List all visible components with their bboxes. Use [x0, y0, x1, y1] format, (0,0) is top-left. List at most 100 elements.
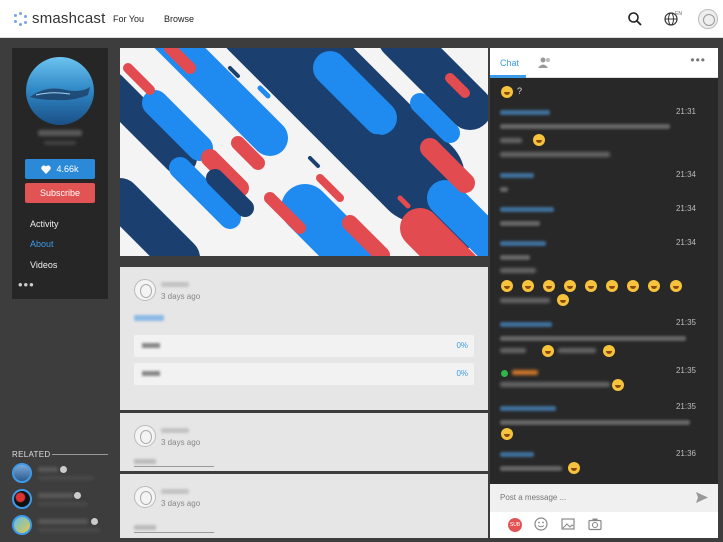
emoji-icon: [533, 134, 545, 146]
chat-text: [500, 221, 540, 226]
post-avatar: [134, 279, 156, 301]
channel-subtitle: [44, 141, 76, 145]
nav-for-you[interactable]: For You: [113, 14, 144, 24]
poll-percent: 0%: [456, 369, 468, 378]
banner-pattern: [120, 48, 488, 256]
chat-username: [500, 241, 546, 246]
search-icon[interactable]: [627, 11, 643, 27]
send-icon[interactable]: [696, 492, 708, 503]
emoji-icon: [501, 428, 513, 440]
channel-name: [38, 130, 82, 136]
emoji-row: [501, 280, 701, 293]
nav-browse[interactable]: Browse: [164, 14, 194, 24]
post-author: [161, 428, 189, 433]
chat-username: [500, 173, 534, 178]
chat-message: [500, 241, 700, 260]
chat-message: [500, 452, 700, 471]
chat-text: [500, 336, 686, 341]
chat-message: [500, 406, 700, 425]
post-author: [161, 282, 189, 287]
chat-timestamp: 21:31: [675, 107, 696, 116]
chat-timestamp: 21:34: [675, 204, 696, 213]
verified-icon: [91, 518, 98, 525]
chat-message-input[interactable]: Post a message ...: [490, 484, 718, 512]
emoji-icon: [564, 280, 577, 293]
like-count: 4.66k: [56, 164, 79, 174]
channel-card: 4.66k Subscribe Activity About Videos: [12, 48, 108, 299]
related-channel[interactable]: [12, 463, 110, 485]
emoji-icon: [606, 280, 619, 293]
post-date: 3 days ago: [161, 292, 201, 301]
chat-timestamp: 21:34: [675, 170, 696, 179]
online-icon: [501, 370, 508, 377]
emoji-icon: [557, 294, 569, 306]
related-game: [38, 528, 100, 532]
heart-icon: [41, 164, 52, 174]
smiley-icon[interactable]: [534, 517, 548, 531]
chat-message: [500, 207, 700, 226]
menu-activity[interactable]: Activity: [30, 219, 59, 229]
emoji-icon: [543, 280, 556, 293]
chat-username: [500, 207, 554, 212]
channel-banner: [120, 48, 488, 256]
emoji-icon: [568, 462, 580, 474]
chat-username: [500, 322, 552, 327]
feed-post: 3 days ago: [120, 474, 488, 538]
subscribe-button[interactable]: Subscribe: [25, 183, 95, 203]
poll-title: [134, 315, 164, 321]
chat-username: [500, 452, 534, 457]
emoji-icon: [603, 345, 615, 357]
related-channel[interactable]: [12, 515, 110, 537]
user-avatar[interactable]: [698, 9, 718, 29]
menu-about[interactable]: About: [30, 239, 54, 249]
emoji-icon: [501, 86, 513, 98]
chat-text: [500, 187, 508, 192]
users-icon[interactable]: [538, 57, 552, 68]
chat-options-button[interactable]: •••: [690, 53, 706, 67]
related-game: [38, 502, 88, 506]
chat-timestamp: 21:35: [675, 402, 696, 411]
emoji-icon: [522, 280, 535, 293]
brand-name: smashcast: [32, 10, 106, 27]
chat-input-placeholder: Post a message ...: [500, 493, 567, 502]
emoji-icon: [501, 280, 513, 293]
emoji-icon: [542, 345, 554, 357]
emoji-icon: [627, 280, 640, 293]
emoji-icon: [669, 280, 682, 293]
logo-icon: [14, 11, 28, 26]
post-avatar: [134, 486, 156, 508]
post-author: [161, 489, 189, 494]
chat-text: [500, 420, 690, 425]
menu-videos[interactable]: Videos: [30, 260, 57, 270]
related-avatar: [12, 463, 32, 483]
chat-timestamp: 21:35: [675, 318, 696, 327]
verified-icon: [60, 466, 67, 473]
poll-option[interactable]: 0%: [134, 363, 474, 385]
post-text: [134, 532, 214, 533]
related-channel[interactable]: [12, 489, 110, 511]
brand-logo[interactable]: smashcast: [14, 10, 106, 27]
image-icon[interactable]: [561, 517, 575, 531]
related-name: [38, 493, 74, 498]
chat-timestamp: 21:34: [675, 238, 696, 247]
camera-icon[interactable]: [588, 517, 602, 531]
poll-option[interactable]: 0%: [134, 335, 474, 357]
chat-text: [500, 124, 670, 129]
top-bar: smashcast For You Browse EN: [0, 0, 723, 38]
more-menu-button[interactable]: •••: [18, 277, 35, 292]
chat-text: [500, 255, 530, 260]
tab-indicator: [490, 75, 526, 78]
post-date: 3 days ago: [161, 438, 201, 447]
related-heading: RELATED: [12, 450, 51, 459]
sub-emotes-button[interactable]: SUB: [508, 518, 522, 532]
chat-text: [500, 466, 562, 471]
emoji-icon: [585, 280, 598, 293]
chat-username: [500, 110, 550, 115]
tab-chat[interactable]: Chat: [500, 58, 519, 68]
post-text: [134, 466, 214, 467]
chat-panel: Chat ••• ? 21:31 21:34 21:34 21:34 21:35…: [490, 48, 718, 538]
emoji-icon: [648, 280, 661, 293]
feed-post: 3 days ago: [120, 413, 488, 471]
chat-header: Chat •••: [490, 48, 718, 78]
like-button[interactable]: 4.66k: [25, 159, 95, 179]
